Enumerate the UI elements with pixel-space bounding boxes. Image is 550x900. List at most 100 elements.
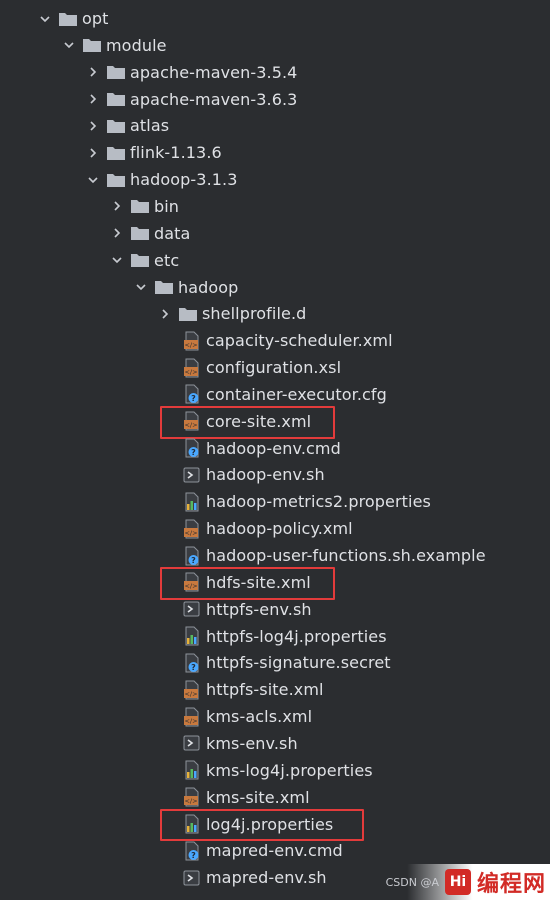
properties-file-icon bbox=[182, 626, 202, 646]
tree-item-label: etc bbox=[154, 250, 180, 270]
xml-file-icon: </> bbox=[182, 707, 202, 727]
tree-item-label: hadoop-policy.xml bbox=[206, 519, 353, 539]
watermark: CSDN @A Hi 编程网 bbox=[346, 864, 550, 900]
xml-file-icon: </> bbox=[182, 358, 202, 378]
tree-folder-row[interactable]: apache-maven-3.6.3 bbox=[0, 86, 550, 113]
chevron-right-icon[interactable] bbox=[86, 119, 100, 133]
chevron-down-icon[interactable] bbox=[62, 38, 76, 52]
chevron-down-icon[interactable] bbox=[110, 253, 124, 267]
tree-file-row[interactable]: ? container-executor.cfg bbox=[0, 381, 550, 408]
svg-text:?: ? bbox=[191, 556, 196, 565]
watermark-site-text: 编程网 bbox=[476, 872, 546, 897]
tree-file-row[interactable]: </> kms-acls.xml bbox=[0, 703, 550, 730]
tree-folder-row[interactable]: module bbox=[0, 32, 550, 59]
tree-folder-row[interactable]: data bbox=[0, 220, 550, 247]
xml-file-icon: </> bbox=[182, 331, 202, 351]
unknown-file-icon: ? bbox=[182, 841, 202, 861]
tree-item-label: kms-log4j.properties bbox=[206, 760, 373, 780]
tree-file-row[interactable]: </> configuration.xsl bbox=[0, 354, 550, 381]
tree-item-label: httpfs-log4j.properties bbox=[206, 626, 387, 646]
tree-item-label: kms-acls.xml bbox=[206, 707, 313, 727]
svg-text:?: ? bbox=[191, 448, 196, 457]
tree-folder-row[interactable]: hadoop-3.1.3 bbox=[0, 166, 550, 193]
chevron-right-icon[interactable] bbox=[86, 65, 100, 79]
tree-folder-row[interactable]: apache-maven-3.5.4 bbox=[0, 59, 550, 86]
tree-folder-row[interactable]: atlas bbox=[0, 112, 550, 139]
svg-text:</>: </> bbox=[184, 368, 197, 376]
tree-item-label: httpfs-env.sh bbox=[206, 599, 312, 619]
tree-file-row[interactable]: ? hadoop-env.cmd bbox=[0, 435, 550, 462]
tree-folder-row[interactable]: opt bbox=[0, 5, 550, 32]
svg-text:?: ? bbox=[191, 851, 196, 860]
tree-item-label: mapred-env.cmd bbox=[206, 841, 343, 861]
tree-file-row[interactable]: ? mapred-env.cmd bbox=[0, 837, 550, 864]
xml-file-icon: </> bbox=[182, 787, 202, 807]
tree-item-label: hadoop-env.sh bbox=[206, 465, 325, 485]
tree-item-label: apache-maven-3.5.4 bbox=[130, 62, 298, 82]
tree-file-row[interactable]: </> kms-site.xml bbox=[0, 784, 550, 811]
tree-item-label: hadoop-env.cmd bbox=[206, 438, 341, 458]
tree-file-row[interactable]: kms-env.sh bbox=[0, 730, 550, 757]
folder-icon bbox=[130, 250, 150, 270]
tree-file-row[interactable]: </> hadoop-policy.xml bbox=[0, 515, 550, 542]
tree-item-label: hadoop-metrics2.properties bbox=[206, 492, 431, 512]
tree-item-label: kms-env.sh bbox=[206, 733, 298, 753]
tree-file-row[interactable]: httpfs-log4j.properties bbox=[0, 623, 550, 650]
folder-icon bbox=[154, 277, 174, 297]
tree-file-row[interactable]: hadoop-env.sh bbox=[0, 461, 550, 488]
tree-folder-row[interactable]: flink-1.13.6 bbox=[0, 139, 550, 166]
folder-icon bbox=[106, 170, 126, 190]
svg-text:</>: </> bbox=[184, 797, 197, 805]
chevron-right-icon[interactable] bbox=[158, 307, 172, 321]
chevron-right-icon[interactable] bbox=[110, 199, 124, 213]
tree-folder-row[interactable]: etc bbox=[0, 247, 550, 274]
folder-icon bbox=[106, 143, 126, 163]
folder-icon bbox=[82, 35, 102, 55]
chevron-right-icon[interactable] bbox=[86, 146, 100, 160]
tree-item-label: capacity-scheduler.xml bbox=[206, 331, 393, 351]
tree-item-label: atlas bbox=[130, 116, 170, 136]
properties-file-icon bbox=[182, 492, 202, 512]
unknown-file-icon: ? bbox=[182, 384, 202, 404]
watermark-logo-icon: Hi bbox=[444, 869, 471, 895]
tree-folder-row[interactable]: bin bbox=[0, 193, 550, 220]
tree-file-row[interactable]: httpfs-env.sh bbox=[0, 596, 550, 623]
chevron-down-icon[interactable] bbox=[134, 280, 148, 294]
folder-icon bbox=[106, 89, 126, 109]
chevron-right-icon[interactable] bbox=[110, 226, 124, 240]
tree-item-label: httpfs-site.xml bbox=[206, 680, 324, 700]
svg-text:</>: </> bbox=[184, 717, 197, 725]
tree-file-row[interactable]: hadoop-metrics2.properties bbox=[0, 488, 550, 515]
tree-folder-row[interactable]: hadoop bbox=[0, 274, 550, 301]
properties-file-icon bbox=[182, 760, 202, 780]
chevron-down-icon[interactable] bbox=[86, 173, 100, 187]
tree-item-label: httpfs-signature.secret bbox=[206, 653, 391, 673]
tree-item-label: data bbox=[154, 223, 191, 243]
shell-script-icon bbox=[182, 599, 202, 619]
shell-script-icon bbox=[182, 733, 202, 753]
tree-item-label: module bbox=[106, 35, 167, 55]
tree-file-row[interactable]: </> httpfs-site.xml bbox=[0, 676, 550, 703]
svg-text:</>: </> bbox=[184, 690, 197, 698]
tree-item-label: kms-site.xml bbox=[206, 787, 310, 807]
tree-file-row[interactable]: ? httpfs-signature.secret bbox=[0, 649, 550, 676]
svg-text:</>: </> bbox=[184, 341, 197, 349]
shell-script-icon bbox=[182, 465, 202, 485]
tree-item-label: opt bbox=[82, 9, 109, 28]
tree-file-row[interactable]: </> capacity-scheduler.xml bbox=[0, 327, 550, 354]
chevron-down-icon[interactable] bbox=[38, 12, 52, 26]
svg-text:</>: </> bbox=[184, 529, 197, 537]
tree-folder-row[interactable]: shellprofile.d bbox=[0, 300, 550, 327]
project-file-tree: opt module apache-maven-3.5.4 apache-maven-… bbox=[0, 0, 550, 900]
tree-file-row[interactable]: ? hadoop-user-functions.sh.example bbox=[0, 542, 550, 569]
tree-item-label: bin bbox=[154, 196, 180, 216]
folder-icon bbox=[178, 304, 198, 324]
folder-icon bbox=[58, 9, 78, 29]
tree-item-label: mapred-env.sh bbox=[206, 868, 327, 888]
tree-file-row[interactable]: kms-log4j.properties bbox=[0, 757, 550, 784]
folder-icon bbox=[106, 62, 126, 82]
tree-item-label: hadoop bbox=[178, 277, 239, 297]
chevron-right-icon[interactable] bbox=[86, 92, 100, 106]
tree-item-label: apache-maven-3.6.3 bbox=[130, 89, 298, 109]
unknown-file-icon: ? bbox=[182, 653, 202, 673]
